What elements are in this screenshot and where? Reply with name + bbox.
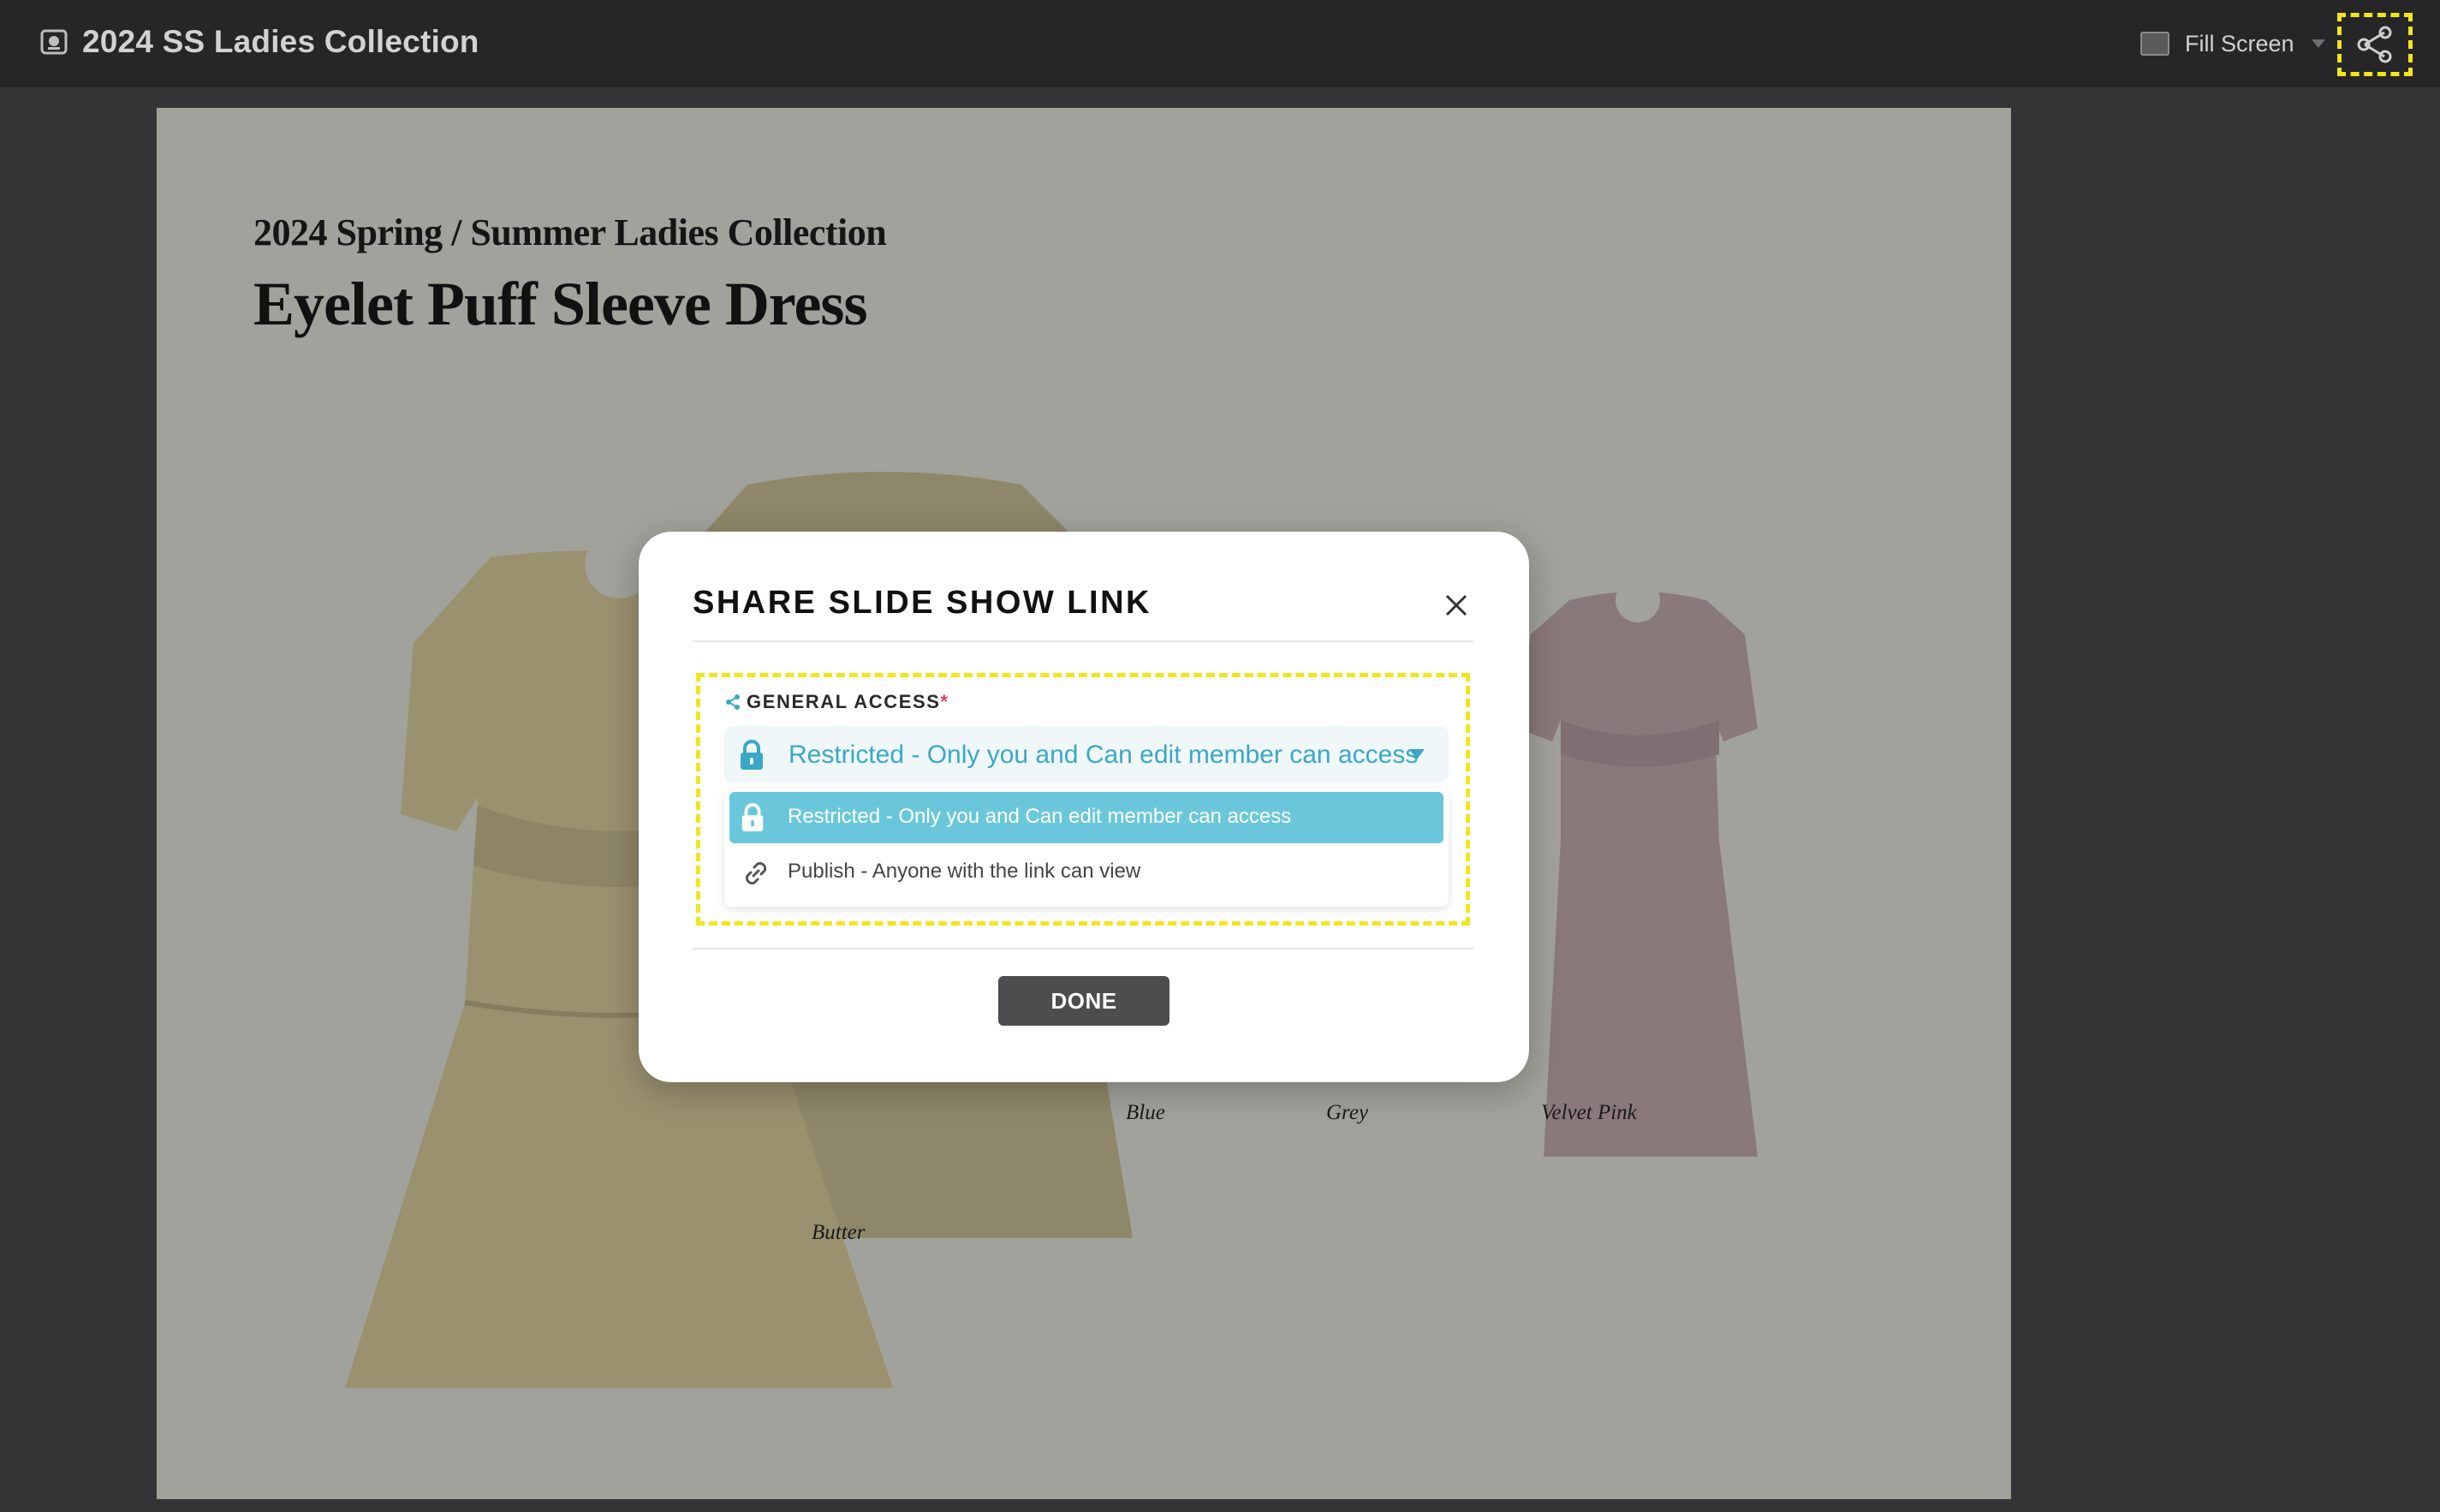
slide-title: Eyelet Puff Sleeve Dress (253, 270, 867, 338)
general-access-label: GENERAL ACCESS * (724, 691, 948, 713)
divider-bottom (693, 948, 1473, 949)
dress-image-velvet-pink (1518, 583, 1758, 1157)
fill-screen-label: Fill Screen (2185, 30, 2294, 57)
selected-access-value: Restricted - Only you and Can edit membe… (789, 741, 1419, 769)
lock-icon (741, 803, 764, 831)
share-icon (2357, 26, 2392, 63)
lock-icon (741, 740, 763, 770)
general-access-text: GENERAL ACCESS (747, 691, 941, 712)
fill-screen-dropdown[interactable]: Fill Screen (2140, 29, 2325, 58)
colorway-label-blue: Blue (1126, 1101, 1165, 1124)
access-options-list: Restricted - Only you and Can edit membe… (724, 789, 1449, 907)
chevron-down-icon (1409, 749, 1425, 759)
slideshow-icon (40, 29, 68, 55)
colorway-label-grey: Grey (1326, 1101, 1369, 1124)
app-title: 2024 SS Ladies Collection (82, 24, 479, 59)
slide-subtitle: 2024 Spring / Summer Ladies Collection (253, 211, 887, 253)
colorway-label-butter: Butter (812, 1221, 866, 1244)
access-option-restricted[interactable]: Restricted - Only you and Can edit membe… (729, 792, 1443, 843)
share-button[interactable] (2337, 13, 2413, 76)
required-mark: * (940, 691, 949, 712)
colorway-label-velvet-pink: Velvet Pink (1541, 1101, 1637, 1124)
divider-top (693, 640, 1473, 642)
done-button[interactable]: DONE (998, 976, 1169, 1026)
link-icon (745, 861, 767, 885)
screen-icon (2140, 32, 2169, 56)
general-access-select[interactable]: Restricted - Only you and Can edit membe… (724, 726, 1449, 783)
share-small-icon (726, 694, 740, 710)
access-option-label: Restricted - Only you and Can edit membe… (788, 805, 1292, 828)
top-bar: 2024 SS Ladies Collection Fill Screen (0, 0, 2440, 87)
dialog-title: SHARE SLIDE SHOW LINK (693, 585, 1152, 621)
chevron-down-icon (2311, 39, 2325, 48)
share-slideshow-dialog: SHARE SLIDE SHOW LINK GENERAL ACCESS * R… (639, 532, 1529, 1082)
access-option-label: Publish - Anyone with the link can view (788, 860, 1141, 883)
close-icon[interactable] (1442, 591, 1471, 620)
access-option-publish[interactable]: Publish - Anyone with the link can view (729, 847, 1443, 898)
general-access-section: GENERAL ACCESS * Restricted - Only you a… (696, 673, 1470, 926)
